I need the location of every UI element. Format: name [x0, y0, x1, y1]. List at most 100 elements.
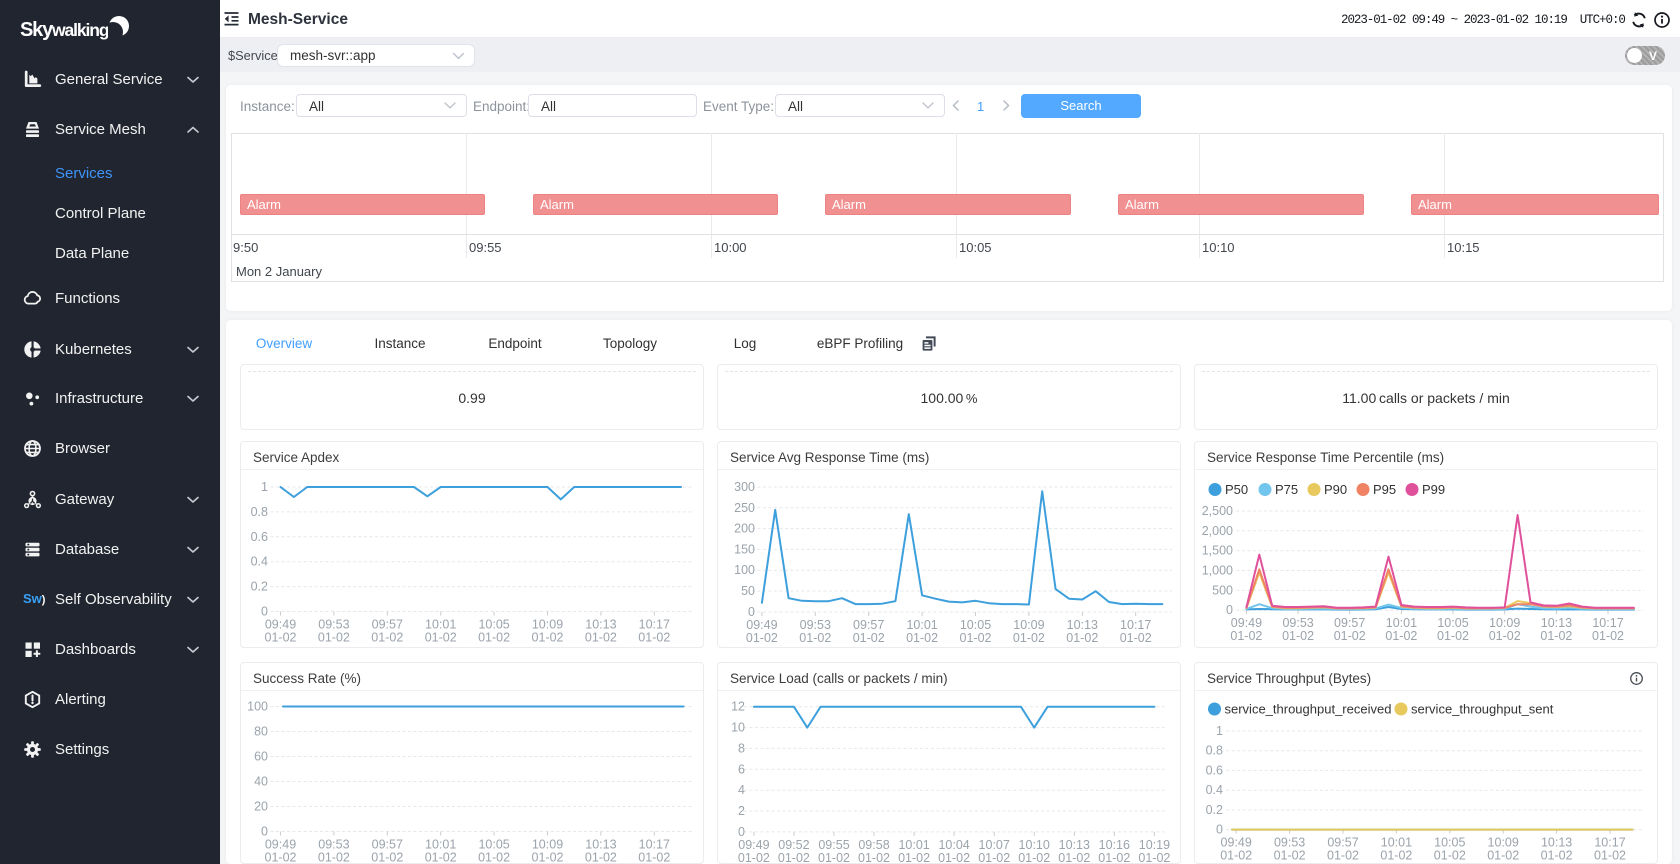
svg-text:10:01: 10:01	[906, 618, 937, 632]
svg-text:10:01: 10:01	[1386, 616, 1417, 630]
svg-text:0: 0	[748, 605, 755, 619]
svg-text:09:53: 09:53	[1274, 836, 1305, 850]
svg-text:01-02: 01-02	[1594, 849, 1626, 863]
svg-text:01-02: 01-02	[371, 631, 403, 645]
svg-text:P95: P95	[1373, 482, 1396, 497]
svg-text:09:53: 09:53	[800, 618, 831, 632]
svg-text:01-02: 01-02	[1013, 631, 1045, 645]
svg-text:01-02: 01-02	[1058, 851, 1090, 864]
svg-text:0.4: 0.4	[251, 555, 268, 569]
svg-text:10:09: 10:09	[532, 618, 563, 632]
svg-text:01-02: 01-02	[1380, 849, 1412, 863]
svg-text:09:49: 09:49	[265, 618, 296, 632]
svg-text:100: 100	[247, 700, 268, 714]
svg-text:09:58: 09:58	[858, 838, 889, 852]
svg-text:10:13: 10:13	[585, 618, 616, 632]
svg-text:01-02: 01-02	[1334, 629, 1366, 643]
svg-text:01-02: 01-02	[938, 851, 970, 864]
svg-text:10:09: 10:09	[1488, 836, 1519, 850]
svg-text:01-02: 01-02	[425, 851, 457, 864]
svg-text:01-02: 01-02	[960, 631, 992, 645]
svg-text:10:05: 10:05	[478, 618, 509, 632]
svg-text:1,000: 1,000	[1202, 564, 1233, 578]
svg-text:09:57: 09:57	[372, 838, 403, 852]
svg-text:01-02: 01-02	[532, 851, 564, 864]
svg-text:0: 0	[738, 825, 745, 839]
svg-text:01-02: 01-02	[746, 631, 778, 645]
svg-text:0.8: 0.8	[251, 505, 268, 519]
svg-text:10:05: 10:05	[1434, 836, 1465, 850]
svg-text:100: 100	[734, 563, 755, 577]
svg-text:01-02: 01-02	[1098, 851, 1130, 864]
svg-text:10:17: 10:17	[639, 838, 670, 852]
svg-text:200: 200	[734, 522, 755, 536]
svg-text:P99: P99	[1422, 482, 1445, 497]
svg-text:01-02: 01-02	[1592, 629, 1624, 643]
svg-text:0: 0	[1226, 603, 1233, 617]
svg-text:10:05: 10:05	[960, 618, 991, 632]
svg-text:01-02: 01-02	[478, 851, 510, 864]
svg-text:09:53: 09:53	[318, 618, 349, 632]
svg-text:10:04: 10:04	[938, 838, 969, 852]
svg-text:500: 500	[1212, 583, 1233, 597]
svg-text:09:57: 09:57	[1327, 836, 1358, 850]
svg-text:01-02: 01-02	[1540, 629, 1572, 643]
svg-text:60: 60	[254, 750, 268, 764]
svg-text:01-02: 01-02	[1120, 631, 1152, 645]
svg-text:10:01: 10:01	[425, 838, 456, 852]
svg-text:P90: P90	[1324, 482, 1347, 497]
svg-text:10:17: 10:17	[1594, 836, 1625, 850]
svg-text:2: 2	[738, 804, 745, 818]
svg-text:01-02: 01-02	[906, 631, 938, 645]
svg-text:P50: P50	[1225, 482, 1248, 497]
svg-text:1,500: 1,500	[1202, 544, 1233, 558]
svg-text:20: 20	[254, 800, 268, 814]
svg-text:01-02: 01-02	[318, 851, 350, 864]
svg-text:service_throughput_sent: service_throughput_sent	[1411, 702, 1554, 717]
svg-text:10:17: 10:17	[1592, 616, 1623, 630]
svg-text:01-02: 01-02	[638, 631, 670, 645]
svg-text:250: 250	[734, 501, 755, 515]
svg-text:10:01: 10:01	[425, 618, 456, 632]
svg-text:01-02: 01-02	[478, 631, 510, 645]
svg-text:10:13: 10:13	[585, 838, 616, 852]
svg-text:09:53: 09:53	[318, 838, 349, 852]
svg-text:01-02: 01-02	[778, 851, 810, 864]
svg-text:01-02: 01-02	[978, 851, 1010, 864]
svg-text:01-02: 01-02	[265, 631, 297, 645]
svg-text:01-02: 01-02	[1274, 849, 1306, 863]
svg-text:10:17: 10:17	[1120, 618, 1151, 632]
svg-text:10:16: 10:16	[1099, 838, 1130, 852]
svg-text:01-02: 01-02	[1282, 629, 1314, 643]
svg-text:01-02: 01-02	[853, 631, 885, 645]
svg-text:01-02: 01-02	[425, 631, 457, 645]
svg-text:09:53: 09:53	[1282, 616, 1313, 630]
svg-text:01-02: 01-02	[1489, 629, 1521, 643]
svg-text:P75: P75	[1275, 482, 1298, 497]
svg-text:01-02: 01-02	[1138, 851, 1170, 864]
svg-text:01-02: 01-02	[1327, 849, 1359, 863]
svg-text:09:49: 09:49	[265, 838, 296, 852]
svg-text:8: 8	[738, 741, 745, 755]
svg-text:01-02: 01-02	[638, 851, 670, 864]
svg-text:0: 0	[261, 825, 268, 839]
svg-text:01-02: 01-02	[898, 851, 930, 864]
svg-text:10:17: 10:17	[639, 618, 670, 632]
svg-text:09:52: 09:52	[778, 838, 809, 852]
svg-text:01-02: 01-02	[1220, 849, 1252, 863]
svg-text:01-02: 01-02	[318, 631, 350, 645]
svg-text:01-02: 01-02	[585, 851, 617, 864]
svg-text:10:13: 10:13	[1067, 618, 1098, 632]
svg-text:01-02: 01-02	[799, 631, 831, 645]
svg-text:09:49: 09:49	[738, 838, 769, 852]
svg-text:01-02: 01-02	[371, 851, 403, 864]
svg-text:12: 12	[731, 700, 745, 714]
svg-text:50: 50	[741, 584, 755, 598]
svg-text:01-02: 01-02	[585, 631, 617, 645]
svg-text:150: 150	[734, 542, 755, 556]
svg-text:10:13: 10:13	[1059, 838, 1090, 852]
svg-text:40: 40	[254, 775, 268, 789]
svg-text:01-02: 01-02	[1437, 629, 1469, 643]
svg-text:09:55: 09:55	[818, 838, 849, 852]
svg-text:4: 4	[738, 783, 745, 797]
